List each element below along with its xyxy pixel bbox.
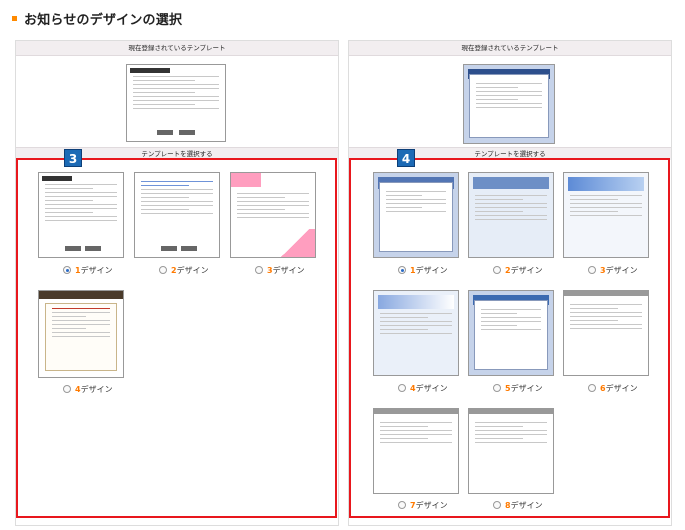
left-current-template-preview — [126, 64, 226, 142]
radio-button-icon[interactable] — [493, 266, 501, 274]
right-template-7-thumb[interactable] — [373, 408, 459, 494]
radio-button-icon[interactable] — [159, 266, 167, 274]
left-current-template-header: 現在登録されているテンプレート — [16, 41, 338, 56]
right-option-5[interactable]: 5 デザイン — [493, 382, 543, 394]
right-current-template-preview — [463, 64, 555, 144]
left-option-3[interactable]: 3 デザイン — [255, 264, 305, 276]
right-current-template-header: 現在登録されているテンプレート — [349, 41, 671, 56]
radio-button-icon[interactable] — [493, 501, 501, 509]
left-option-4[interactable]: 4 デザイン — [63, 383, 113, 395]
right-current-template-area — [349, 56, 671, 148]
right-option-8[interactable]: 8 デザイン — [493, 499, 543, 511]
right-option-7[interactable]: 7 デザイン — [398, 499, 448, 511]
left-current-template-area — [16, 56, 338, 148]
left-template-1-thumb[interactable] — [38, 172, 124, 258]
right-template-6-thumb[interactable] — [563, 290, 649, 376]
right-template-8-thumb[interactable] — [468, 408, 554, 494]
radio-button-selected-icon[interactable] — [63, 266, 71, 274]
radio-button-icon[interactable] — [63, 385, 71, 393]
radio-button-icon[interactable] — [588, 384, 596, 392]
radio-button-icon[interactable] — [493, 384, 501, 392]
radio-button-icon[interactable] — [398, 501, 406, 509]
title-bullet-icon — [12, 16, 17, 21]
right-option-6[interactable]: 6 デザイン — [588, 382, 638, 394]
radio-button-icon[interactable] — [398, 384, 406, 392]
radio-button-icon[interactable] — [255, 266, 263, 274]
right-template-selection-box: 1 デザイン 2 デザイン 3 デザイン 4 デザイン 5 デザイン 6 デザイン — [349, 149, 670, 518]
right-option-4[interactable]: 4 デザイン — [398, 382, 448, 394]
left-template-3-thumb[interactable] — [230, 172, 316, 258]
right-template-2-thumb[interactable] — [468, 172, 554, 258]
right-option-3[interactable]: 3 デザイン — [588, 264, 638, 276]
radio-button-icon[interactable] — [588, 266, 596, 274]
right-option-2[interactable]: 2 デザイン — [493, 264, 543, 276]
left-template-2-thumb[interactable] — [134, 172, 220, 258]
radio-button-selected-icon[interactable] — [398, 266, 406, 274]
page-title-row: お知らせのデザインの選択 — [12, 9, 183, 28]
left-option-1[interactable]: 1 デザイン — [63, 264, 113, 276]
step-3-badge: 3 — [64, 149, 82, 167]
left-template-selection-box: 1 デザイン 2 デザイン 3 デザイン 4 デザイン 3 — [16, 149, 337, 518]
page-title: お知らせのデザインの選択 — [24, 12, 183, 28]
right-option-1[interactable]: 1 デザイン — [398, 264, 448, 276]
right-template-5-thumb[interactable] — [468, 290, 554, 376]
right-template-3-thumb[interactable] — [563, 172, 649, 258]
right-template-1-thumb[interactable] — [373, 172, 459, 258]
step-4-badge: 4 — [397, 149, 415, 167]
right-template-4-thumb[interactable] — [373, 290, 459, 376]
left-template-4-thumb[interactable] — [38, 290, 124, 378]
left-option-2[interactable]: 2 デザイン — [159, 264, 209, 276]
